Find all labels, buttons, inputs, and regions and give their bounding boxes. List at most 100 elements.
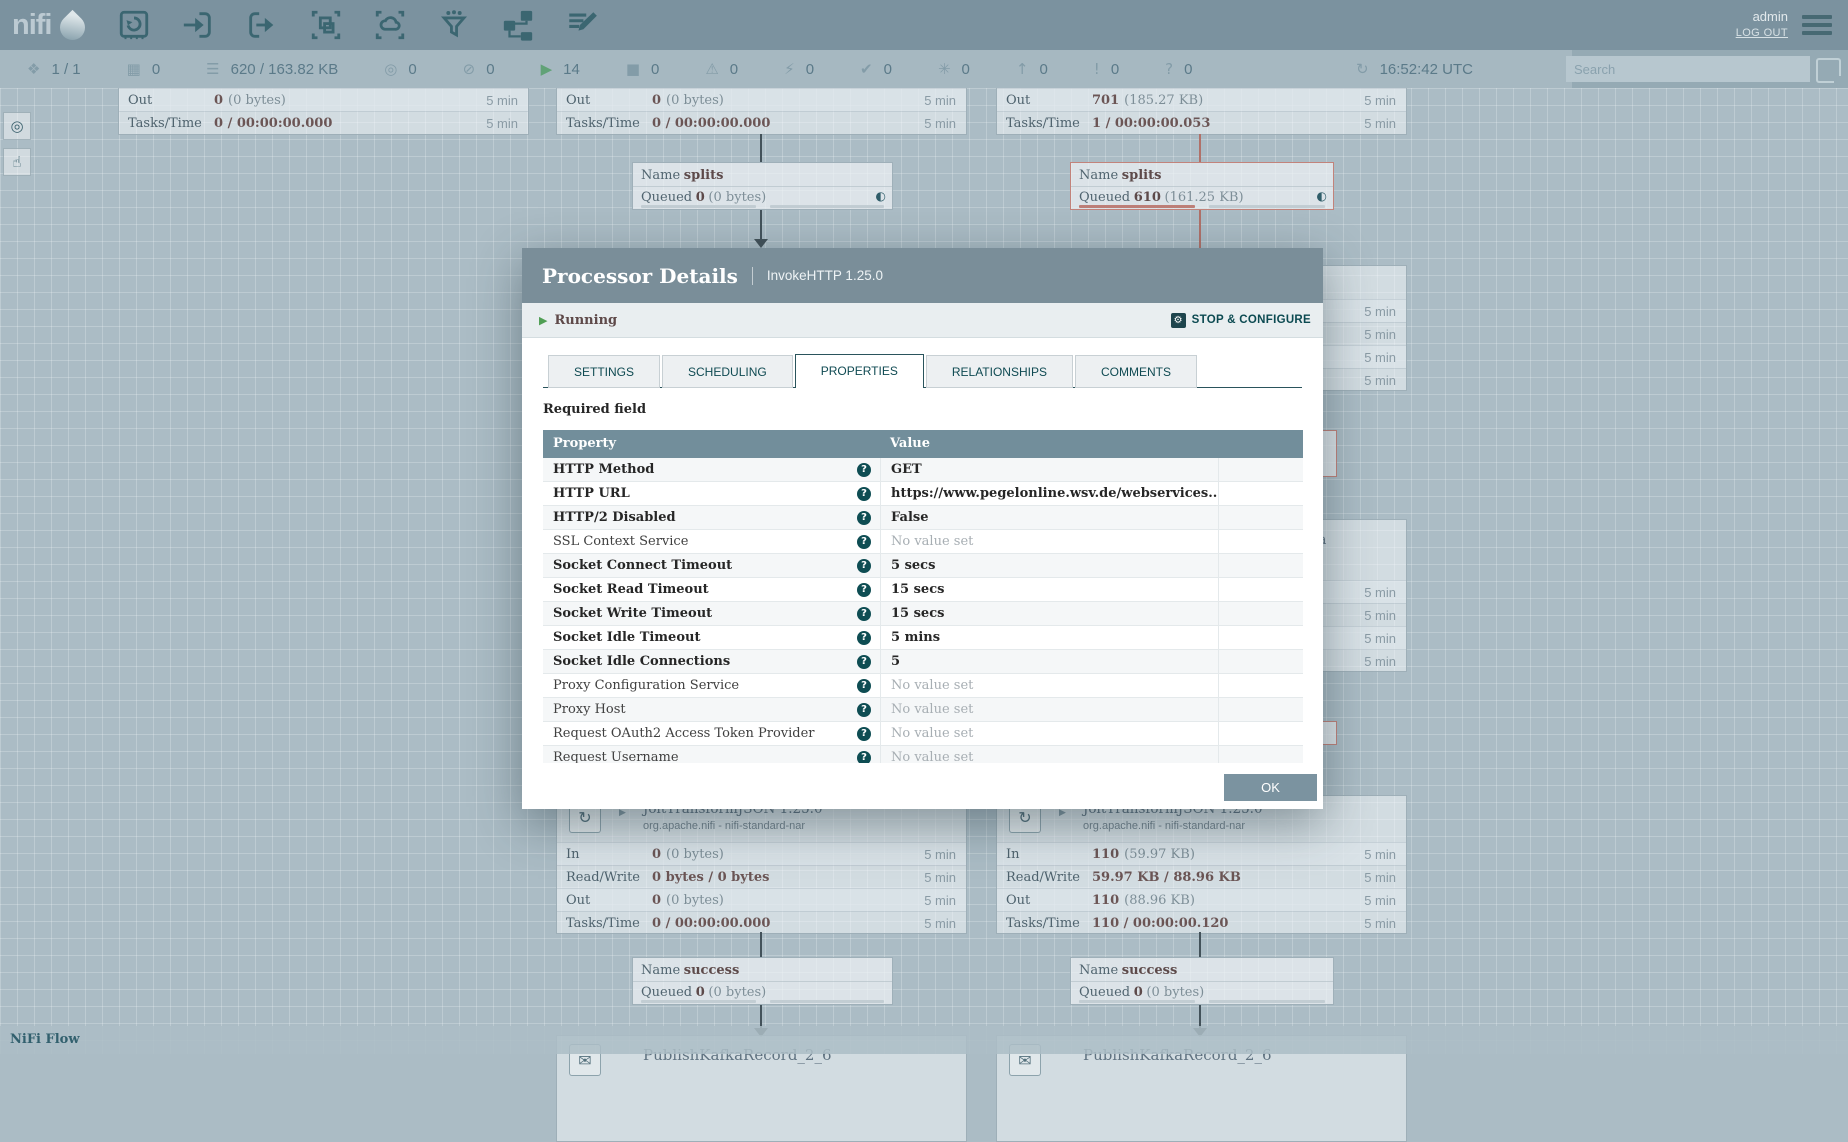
- tab[interactable]: SETTINGS: [548, 355, 660, 388]
- help-icon[interactable]: ?: [857, 727, 871, 741]
- help-icon[interactable]: ?: [857, 511, 871, 525]
- tab[interactable]: PROPERTIES: [795, 354, 924, 388]
- bulletin-icon[interactable]: [1816, 58, 1841, 83]
- gear-icon: ⚙: [1171, 313, 1186, 328]
- status-item-value: 0: [408, 61, 416, 78]
- status-item-value: 0: [806, 61, 814, 78]
- last-refresh-time: 16:52:42 UTC: [1380, 61, 1473, 78]
- connection-label-success-left[interactable]: Name success Queued 0 (0 bytes): [632, 957, 893, 1005]
- connection-line-red[interactable]: [1199, 134, 1201, 162]
- nifi-logo-text: nifi: [12, 9, 52, 42]
- processor-bundle: org.apache.nifi - nifi-standard-nar: [1083, 820, 1245, 832]
- property-row: Socket Read Timeout ? 15 secs: [543, 578, 1303, 602]
- tab[interactable]: RELATIONSHIPS: [926, 355, 1073, 388]
- status-item: ▶ 14: [541, 60, 580, 78]
- stat-row: Tasks/Time0 / 00:00:00.0005 min: [557, 111, 966, 134]
- running-icon: ▶: [539, 314, 547, 327]
- remote-process-group-icon[interactable]: [373, 8, 407, 42]
- tab[interactable]: SCHEDULING: [662, 355, 793, 388]
- status-bar: ❖ 1 / 1 ▦ 0 ☰ 620 / 163.82 KB ◎ 0 ⊘ 0: [0, 50, 1848, 88]
- status-item-icon: ✔: [860, 60, 873, 78]
- birdseye-button[interactable]: ◎: [3, 112, 31, 140]
- dialog-status-bar: ▶ Running ⚙ STOP & CONFIGURE: [522, 303, 1323, 338]
- birdseye-icon: ◎: [10, 117, 23, 135]
- status-item: ⊘ 0: [463, 60, 495, 78]
- status-item: ⚡ 0: [784, 60, 814, 78]
- load-balance-icon: ◐: [876, 187, 886, 206]
- status-item-value: 0: [884, 61, 892, 78]
- status-item-value: 14: [563, 61, 580, 78]
- stat-row: Out0(0 bytes)5 min: [557, 888, 966, 911]
- search-input[interactable]: [1566, 56, 1810, 82]
- connection-line[interactable]: [760, 134, 762, 162]
- processor-icon[interactable]: [117, 8, 151, 42]
- template-icon[interactable]: [501, 8, 535, 42]
- property-row: Proxy Host ? No value set: [543, 698, 1303, 722]
- dialog-header: Processor Details InvokeHTTP 1.25.0: [522, 248, 1323, 303]
- run-status-label: Running: [554, 313, 617, 328]
- property-value: 5 mins: [880, 626, 1219, 649]
- status-item-value: 0: [1111, 61, 1119, 78]
- dialog-tabs: SETTINGSSCHEDULINGPROPERTIESRELATIONSHIP…: [543, 354, 1302, 388]
- output-port-icon[interactable]: [245, 8, 279, 42]
- connection-line[interactable]: [1199, 932, 1201, 957]
- label-icon[interactable]: [565, 8, 599, 42]
- status-item-icon: ▦: [127, 60, 141, 78]
- processor-top-right[interactable]: Out701(185.27 KB)5 minTasks/Time1 / 00:0…: [996, 87, 1407, 135]
- refresh-status[interactable]: ↻ 16:52:42 UTC: [1356, 50, 1473, 88]
- stop-and-configure-button[interactable]: ⚙ STOP & CONFIGURE: [1171, 313, 1311, 328]
- process-group-icon[interactable]: [309, 8, 343, 42]
- connection-label-success-right[interactable]: Name success Queued 0 (0 bytes): [1070, 957, 1334, 1005]
- connection-line[interactable]: [760, 210, 762, 241]
- processor-jolt-left[interactable]: ↻ ▶ JoltTransformJSON 1.25.0 org.apache.…: [556, 795, 967, 934]
- help-icon[interactable]: ?: [857, 463, 871, 477]
- stat-row: Out0(0 bytes)5 min: [557, 88, 966, 111]
- property-name: Socket Idle Timeout ?: [543, 626, 880, 649]
- help-icon[interactable]: ?: [857, 703, 871, 717]
- processor-jolt-right[interactable]: ↻ ▶ JoltTransformJSON 1.25.0 org.apache.…: [996, 795, 1407, 934]
- property-row: HTTP/2 Disabled ? False: [543, 506, 1303, 530]
- property-name: HTTP Method ?: [543, 458, 880, 481]
- processor-top-middle[interactable]: Out0(0 bytes)5 minTasks/Time0 / 00:00:00…: [556, 87, 967, 135]
- stat-row: Tasks/Time110 / 00:00:00.1205 min: [997, 911, 1406, 934]
- processor-top-left[interactable]: Out0(0 bytes)5 minTasks/Time0 / 00:00:00…: [118, 87, 529, 135]
- global-menu-icon[interactable]: [1802, 11, 1832, 39]
- property-row: HTTP URL ? https://www.pegelonline.wsv.d…: [543, 482, 1303, 506]
- property-name: HTTP URL ?: [543, 482, 880, 505]
- help-icon[interactable]: ?: [857, 559, 871, 573]
- help-icon[interactable]: ?: [857, 655, 871, 669]
- help-icon[interactable]: ?: [857, 583, 871, 597]
- property-name: Request OAuth2 Access Token Provider ?: [543, 722, 880, 745]
- connection-label-splits-right[interactable]: Name splits Queued 610 (161.25 KB) ◐: [1070, 162, 1334, 210]
- nifi-logo: nifi: [12, 9, 85, 42]
- help-icon[interactable]: ?: [857, 535, 871, 549]
- refresh-icon[interactable]: ↻: [1356, 60, 1369, 78]
- processor-bundle: org.apache.nifi - nifi-standard-nar: [643, 820, 805, 832]
- property-value: No value set: [880, 722, 1219, 745]
- ok-button[interactable]: OK: [1224, 774, 1317, 801]
- help-icon[interactable]: ?: [857, 631, 871, 645]
- tab[interactable]: COMMENTS: [1075, 355, 1197, 388]
- input-port-icon[interactable]: [181, 8, 215, 42]
- stat-row: In110(59.97 KB)5 min: [997, 842, 1406, 865]
- breadcrumb[interactable]: NiFi Flow: [10, 1032, 80, 1047]
- pan-hand-button[interactable]: ☝: [3, 148, 31, 176]
- stat-row: In0(0 bytes)5 min: [557, 842, 966, 865]
- help-icon[interactable]: ?: [857, 607, 871, 621]
- funnel-icon[interactable]: [437, 8, 471, 42]
- status-item: ☰ 620 / 163.82 KB: [206, 60, 338, 78]
- connection-line[interactable]: [760, 932, 762, 957]
- logout-link[interactable]: LOG OUT: [1736, 26, 1788, 40]
- status-item-icon: ◎: [384, 60, 397, 78]
- stat-row: Read/Write0 bytes / 0 bytes5 min: [557, 865, 966, 888]
- property-value: 15 secs: [880, 602, 1219, 625]
- connection-label-splits-left[interactable]: Name splits Queued 0 (0 bytes) ◐: [632, 162, 893, 210]
- help-icon[interactable]: ?: [857, 751, 871, 763]
- status-item: ⚠ 0: [705, 60, 738, 78]
- status-item-value: 0: [730, 61, 738, 78]
- help-icon[interactable]: ?: [857, 487, 871, 501]
- status-item: ■ 0: [626, 60, 660, 78]
- help-icon[interactable]: ?: [857, 679, 871, 693]
- status-item: ▦ 0: [127, 60, 161, 78]
- status-item-value: 0: [486, 61, 494, 78]
